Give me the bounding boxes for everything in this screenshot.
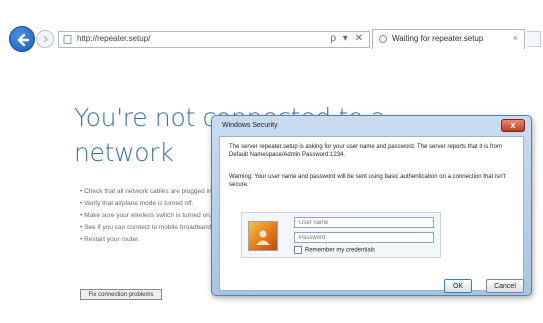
dialog-body: The server repeater.setup is asking for …: [219, 136, 524, 293]
dialog-title: Windows Security: [222, 122, 278, 129]
address-tools[interactable]: ρ ▾ ✕: [330, 33, 365, 44]
new-tab-button[interactable]: [527, 31, 541, 47]
address-bar[interactable]: http://repeater.setup/ ρ ▾ ✕: [58, 31, 370, 48]
list-item: Verify that airplane mode is turned off.: [80, 200, 220, 212]
dialog-message: The server repeater.setup is asking for …: [229, 144, 503, 158]
troubleshoot-list: Check that all network cables are plugge…: [80, 188, 220, 248]
list-item: Restart your router.: [80, 236, 220, 248]
back-button[interactable]: [9, 26, 35, 52]
list-item: Check that all network cables are plugge…: [80, 188, 220, 200]
browser-tab[interactable]: Waiting for repeater.setup ×: [372, 29, 525, 49]
browser-chrome: http://repeater.setup/ ρ ▾ ✕ Waiting for…: [0, 0, 543, 80]
remember-label: Remember my credentials: [305, 247, 376, 254]
password-field[interactable]: [294, 232, 434, 243]
dialog-warning: Warning: Your user name and password wil…: [229, 174, 506, 188]
forward-button[interactable]: [36, 30, 54, 48]
list-item: See if you can connect to mobile broadba…: [80, 224, 220, 236]
credential-tile: Remember my credentials: [241, 212, 441, 258]
close-icon: x: [510, 120, 516, 130]
arrow-left-icon: [17, 33, 30, 47]
fix-connection-button[interactable]: Fix connection problems: [80, 289, 162, 300]
cancel-button[interactable]: Cancel: [486, 279, 524, 293]
list-item: Make sure your wireless switch is turned…: [80, 212, 220, 224]
arrow-right-icon: [43, 35, 49, 43]
page-icon: [63, 35, 72, 44]
ok-button[interactable]: OK: [444, 279, 472, 293]
tab-title: Waiting for repeater.setup: [392, 34, 484, 43]
close-button[interactable]: x: [501, 119, 525, 132]
remember-credentials[interactable]: Remember my credentials: [294, 246, 375, 254]
loading-icon: [379, 35, 387, 43]
remember-checkbox[interactable]: [294, 246, 302, 254]
avatar: [248, 221, 278, 251]
windows-security-dialog: Windows Security x The server repeater.s…: [211, 115, 532, 296]
close-tab-icon[interactable]: ×: [513, 33, 518, 43]
user-icon: [256, 230, 270, 245]
username-field[interactable]: [294, 217, 434, 228]
address-url: http://repeater.setup/: [77, 34, 151, 43]
